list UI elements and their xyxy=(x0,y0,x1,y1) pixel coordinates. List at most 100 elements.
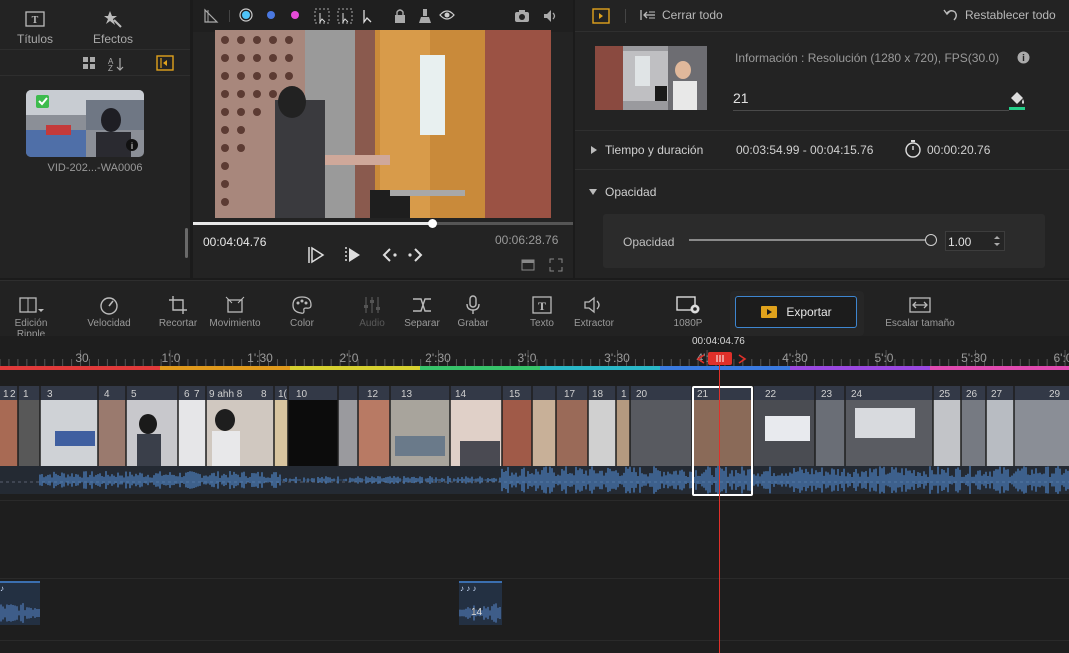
next-frame-icon[interactable] xyxy=(405,245,425,265)
export-button[interactable]: Exportar xyxy=(735,296,857,328)
effects-icon xyxy=(78,8,148,30)
scale-size-icon xyxy=(884,292,956,318)
video-track[interactable] xyxy=(0,386,1069,466)
clip-number: 4 xyxy=(104,389,110,400)
snapshot-icon[interactable] xyxy=(514,9,530,23)
titles-icon: T xyxy=(0,8,70,30)
microphone-icon xyxy=(450,292,496,318)
tool-motion[interactable]: Movimiento xyxy=(204,292,266,329)
selected-clip-frame[interactable] xyxy=(692,386,753,496)
fullscreen-icon[interactable] xyxy=(549,258,563,272)
motion-icon xyxy=(204,292,266,318)
clip-number: 15 xyxy=(509,389,521,400)
clip-number: 1 xyxy=(23,389,29,400)
tool-crop[interactable]: Recortar xyxy=(148,292,208,329)
time-duration-label: Tiempo y duración xyxy=(605,143,704,157)
media-toolbar: AZ xyxy=(0,52,190,76)
opacity-value: 1.00 xyxy=(948,235,972,249)
prev-frame-icon[interactable] xyxy=(381,245,401,265)
opacity-slider-handle[interactable] xyxy=(925,234,937,246)
color-dot-blue-icon[interactable] xyxy=(266,10,276,20)
expand-right-icon[interactable] xyxy=(590,145,598,155)
svg-text:T: T xyxy=(538,299,546,313)
clip-number: 27 xyxy=(991,389,1003,400)
lock-icon[interactable] xyxy=(393,8,407,24)
ruler-label: 4':30 xyxy=(782,351,808,365)
panel-toggle-icon[interactable] xyxy=(156,55,174,71)
spinner-icon[interactable] xyxy=(993,234,1001,248)
opacity-section-label[interactable]: Opacidad xyxy=(605,185,656,199)
ruler-label: 30 xyxy=(75,351,89,365)
playhead-line[interactable] xyxy=(719,358,720,653)
tool-ripple-edit[interactable]: Edición Ripple xyxy=(0,292,62,340)
time-range: 00:03:54.99 - 00:04:15.76 xyxy=(736,143,874,157)
audio-clip-14[interactable]: ♪ ♪ ♪ 14 xyxy=(459,581,502,625)
volume-icon[interactable] xyxy=(542,8,558,24)
export-icon xyxy=(760,305,778,319)
brush-icon[interactable] xyxy=(417,8,433,24)
color-dot-magenta-icon[interactable] xyxy=(290,10,300,20)
ruler-label: 3':30 xyxy=(604,351,630,365)
preview-toolbar xyxy=(193,0,573,32)
tool-label: Movimiento xyxy=(209,318,261,329)
pointer-icon[interactable] xyxy=(361,8,375,24)
play-from-start-icon[interactable] xyxy=(343,245,363,265)
select-tool-icon[interactable] xyxy=(314,8,330,24)
preview-video-frame[interactable] xyxy=(215,30,551,218)
tool-label: 1080P xyxy=(673,318,703,329)
pip-icon[interactable] xyxy=(521,258,535,272)
clip-number: 6 xyxy=(184,389,190,400)
info-icon[interactable] xyxy=(1017,51,1030,64)
clip-number: 18 xyxy=(592,389,604,400)
opacity-slider-track[interactable] xyxy=(689,239,929,241)
extractor-icon xyxy=(566,292,622,318)
tab-effects[interactable]: Efectos xyxy=(78,8,148,46)
tab-titles[interactable]: T Títulos xyxy=(0,8,70,46)
tool-microphone[interactable]: Grabar xyxy=(450,292,496,329)
clip-number: 3 xyxy=(47,389,53,400)
ruler-icon[interactable] xyxy=(203,8,219,24)
tool-text[interactable]: T Texto xyxy=(510,292,574,329)
media-thumbnail[interactable]: i xyxy=(26,90,144,157)
close-all-button[interactable]: Cerrar todo xyxy=(640,8,723,22)
clip-thumbnail xyxy=(595,46,707,110)
clip-number-field[interactable]: 21 xyxy=(733,90,749,106)
clip-number: 13 xyxy=(401,389,413,400)
reset-all-button[interactable]: Restablecer todo xyxy=(943,8,1056,22)
expand-down-icon[interactable] xyxy=(588,188,598,196)
scale-size-button[interactable]: Escalar tamaño xyxy=(884,292,956,329)
panel-splitter[interactable] xyxy=(185,228,188,258)
playhead-right-arrow-icon[interactable] xyxy=(737,353,747,365)
audio-waveform-track[interactable] xyxy=(0,466,1069,494)
tool-label: Recortar xyxy=(158,318,198,329)
sort-icon[interactable]: AZ xyxy=(108,56,124,72)
timeline xyxy=(0,336,1069,653)
tool-split[interactable]: Separar xyxy=(396,292,448,329)
split-icon xyxy=(396,292,448,318)
eye-icon[interactable] xyxy=(439,9,455,21)
clip-number-underline xyxy=(733,110,1009,111)
playhead-left-arrow-icon[interactable] xyxy=(696,353,706,365)
tool-extractor[interactable]: Extractor xyxy=(566,292,622,329)
tool-speed[interactable]: Velocidad xyxy=(78,292,140,329)
grid-view-icon[interactable] xyxy=(82,56,96,70)
playhead-handle[interactable] xyxy=(708,352,732,365)
stopwatch-icon xyxy=(904,140,922,158)
panel-dock-icon[interactable] xyxy=(592,8,610,24)
opacity-label: Opacidad xyxy=(623,235,675,249)
scale-size-label: Escalar tamaño xyxy=(885,318,955,329)
fill-color-icon[interactable] xyxy=(1008,89,1026,111)
color-dot-cyan-icon[interactable] xyxy=(239,8,253,22)
color-strip xyxy=(0,366,1069,370)
tool-audio-mixer: Audio xyxy=(342,292,402,329)
tool-palette[interactable]: Color xyxy=(272,292,332,329)
select-tool-2-icon[interactable] xyxy=(337,8,353,24)
audio-clip[interactable]: ♪ xyxy=(0,581,40,625)
opacity-input[interactable]: 1.00 xyxy=(945,231,1005,251)
audio-mixer-icon xyxy=(342,292,402,318)
tool-label: Extractor xyxy=(573,318,614,329)
tool-resolution-settings[interactable]: 1080P xyxy=(650,292,726,329)
preview-current-time: 00:04:04.76 xyxy=(203,235,267,249)
play-icon[interactable] xyxy=(306,245,326,265)
tool-label: Separar xyxy=(404,318,440,329)
